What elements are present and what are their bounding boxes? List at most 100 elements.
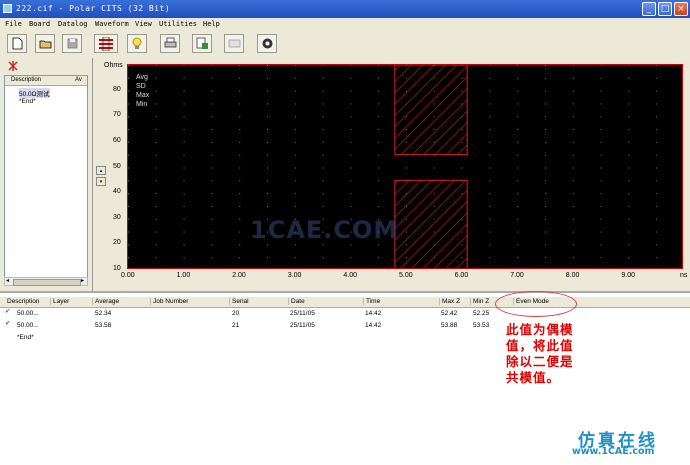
grid-dot <box>600 244 602 246</box>
bug-icon[interactable] <box>7 61 19 71</box>
grid-dot <box>267 180 268 182</box>
grid-dot <box>128 231 129 233</box>
setup-button[interactable] <box>94 34 118 53</box>
y-tick-label: 70 <box>113 111 121 119</box>
grid-dot <box>517 103 519 105</box>
help-button[interactable] <box>257 34 277 53</box>
minimize-button[interactable]: _ <box>642 2 656 16</box>
grid-dot <box>572 103 574 105</box>
grid-dot <box>489 77 491 79</box>
zoom-down-button[interactable]: ▾ <box>96 177 106 186</box>
grid-dot <box>489 193 491 195</box>
hdr-min-z[interactable]: Min Z <box>470 298 489 305</box>
menu-utilities[interactable]: Utilities <box>159 20 197 28</box>
grid-dot <box>294 244 296 246</box>
grid-dot <box>183 244 185 246</box>
grid-dot <box>128 193 129 195</box>
scroll-left-icon[interactable]: ◂ <box>6 278 9 285</box>
test-list[interactable]: Description Av 50.0Ω测试 *End* <box>4 75 88 278</box>
left-hscrollbar[interactable]: ◂ ▸ <box>4 277 88 286</box>
grid-dot <box>267 244 268 246</box>
hdr-serial[interactable]: Serial <box>229 298 249 305</box>
hdr-job-number[interactable]: Job Number <box>150 298 188 305</box>
hdr-average[interactable]: Average <box>92 298 119 305</box>
grid-dot <box>155 129 157 131</box>
menu-help[interactable]: Help <box>203 20 220 28</box>
grid-dot <box>155 180 157 182</box>
legend-max: Max <box>136 92 150 99</box>
grid-dot <box>211 257 213 259</box>
menu-datalog[interactable]: Datalog <box>58 20 88 28</box>
grid-dot <box>155 90 157 92</box>
hdr-max-z[interactable]: Max Z <box>439 298 460 305</box>
grid-dot <box>183 103 185 105</box>
grid-dot <box>656 129 658 131</box>
grid-dot <box>267 77 268 79</box>
bulb-button[interactable] <box>127 34 147 53</box>
grid-dot <box>350 65 352 66</box>
grid-dot <box>211 90 213 92</box>
grid-dot <box>211 77 213 79</box>
menu-waveform[interactable]: Waveform <box>95 20 129 28</box>
y-tick-label: 30 <box>113 213 121 221</box>
grid-dot <box>628 116 630 118</box>
grid-dot <box>628 193 630 195</box>
menu-file[interactable]: File <box>5 20 22 28</box>
grid-dot <box>350 103 352 105</box>
blank-button[interactable] <box>224 34 244 53</box>
hdr-description[interactable]: Description <box>5 298 40 305</box>
grid-dot <box>322 180 324 182</box>
grid-dot <box>183 205 185 207</box>
close-button[interactable]: × <box>674 2 688 16</box>
waveform-plot[interactable] <box>127 64 683 269</box>
grid-dot <box>294 180 296 182</box>
grid-dot <box>211 218 213 220</box>
scroll-right-icon[interactable]: ▸ <box>81 278 84 285</box>
new-button[interactable] <box>7 34 27 53</box>
grid-dot <box>211 65 213 66</box>
test-list-end[interactable]: *End* <box>19 98 36 105</box>
x-tick-label: 4.00 <box>343 272 358 279</box>
grid-dot <box>239 218 241 220</box>
x-tick-label: 9.00 <box>621 272 636 279</box>
grid-dot <box>600 167 602 169</box>
grid-dot <box>155 193 157 195</box>
menu-board[interactable]: Board <box>29 20 50 28</box>
hdr-date[interactable]: Date <box>288 298 305 305</box>
grid-dot <box>378 257 380 259</box>
save-button[interactable] <box>62 34 82 53</box>
zoom-up-button[interactable]: ▴ <box>96 166 106 175</box>
grid-dot <box>572 193 574 195</box>
grid-dot <box>572 129 574 131</box>
hdr-time[interactable]: Time <box>363 298 380 305</box>
hdr-layer[interactable]: Layer <box>50 298 69 305</box>
grid-dot <box>572 167 574 169</box>
grid-dot <box>489 129 491 131</box>
zoom-buttons: ▴ ▾ <box>96 166 106 186</box>
grid-dot <box>267 129 268 131</box>
scroll-thumb[interactable] <box>13 279 81 286</box>
grid-dot <box>572 65 574 66</box>
menu-bar: File Board Datalog Waveform View Utiliti… <box>0 18 690 30</box>
bulb-icon <box>132 37 142 49</box>
grid-dot <box>628 90 630 92</box>
grid-dot <box>628 244 630 246</box>
test-list-item[interactable]: 50.0Ω测试 <box>19 88 50 98</box>
check-icon: ✔ <box>5 308 11 315</box>
grid-dot <box>517 167 519 169</box>
grid-dot <box>545 65 546 66</box>
grid-dot <box>239 103 241 105</box>
grid-dot <box>128 77 129 79</box>
grid-dot <box>656 205 658 207</box>
maximize-button[interactable]: □ <box>658 2 672 16</box>
col-average[interactable]: Av <box>75 77 82 83</box>
title-bar: 222.cif - Polar CITS (32 Bit) _ □ × <box>0 0 690 18</box>
open-button[interactable] <box>35 34 55 53</box>
export-button[interactable] <box>192 34 212 53</box>
menu-view[interactable]: View <box>135 20 152 28</box>
grid-dot <box>267 141 268 143</box>
site-logo: 仿真在线 www.1CAE.com <box>572 431 658 457</box>
col-description[interactable]: Description <box>11 77 41 83</box>
grid-dot <box>600 154 602 156</box>
print-button[interactable] <box>160 34 180 53</box>
